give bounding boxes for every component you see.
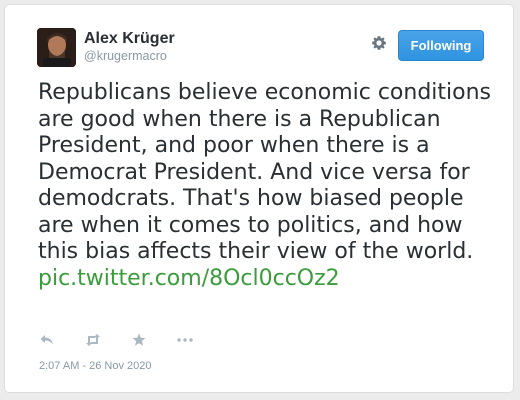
avatar-image <box>37 28 76 67</box>
tweet-text: Republicans believe economic conditions … <box>38 80 493 292</box>
tweet-card: Alex Krüger @krugermacro Following Repub… <box>4 4 514 393</box>
reply-icon[interactable] <box>39 332 55 348</box>
following-button[interactable]: Following <box>398 30 484 61</box>
favorite-icon[interactable] <box>131 332 147 348</box>
tweet-actions <box>39 332 223 348</box>
author-handle[interactable]: @krugermacro <box>84 49 167 63</box>
author-display-name[interactable]: Alex Krüger <box>84 30 175 48</box>
retweet-icon[interactable] <box>85 332 101 348</box>
avatar[interactable] <box>37 28 76 67</box>
tweet-timestamp[interactable]: 2:07 AM - 26 Nov 2020 <box>39 360 152 372</box>
more-icon[interactable] <box>177 332 193 348</box>
tweet-body: Republicans believe economic conditions … <box>38 80 492 264</box>
tweet-media-link[interactable]: pic.twitter.com/8Ocl0ccOz2 <box>38 266 340 291</box>
gear-icon[interactable] <box>370 34 388 52</box>
